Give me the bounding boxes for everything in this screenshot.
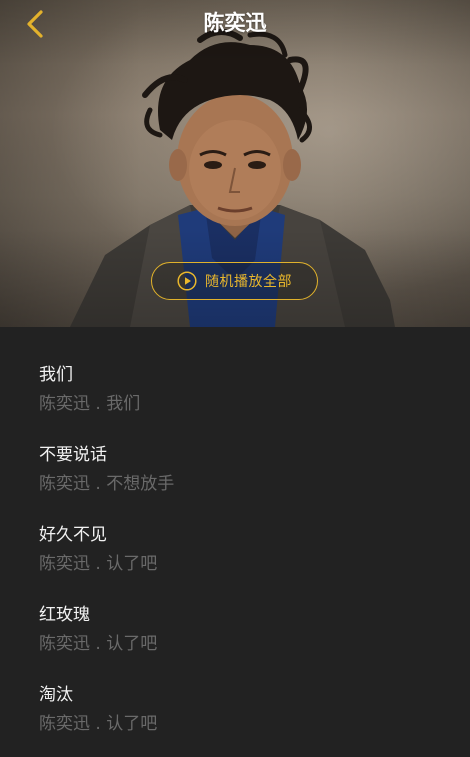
page-title: 陈奕迅 <box>203 11 267 35</box>
play-circle-icon <box>177 271 197 291</box>
song-artist-album: 陈奕迅 . 认了吧 <box>39 714 158 734</box>
song-artist-album: 陈奕迅 . 认了吧 <box>39 554 158 574</box>
song-artist-album: 陈奕迅 . 不想放手 <box>39 474 175 494</box>
song-item[interactable]: 好久不见 陈奕迅 . 认了吧 <box>39 523 439 583</box>
shuffle-play-all-label: 随机播放全部 <box>205 274 292 290</box>
song-item[interactable]: 我们 陈奕迅 . 我们 <box>39 363 439 423</box>
song-title: 淘汰 <box>39 685 73 705</box>
song-list: 我们 陈奕迅 . 我们 不要说话 陈奕迅 . 不想放手 好久不见 陈奕迅 . 认… <box>0 327 470 757</box>
song-item[interactable]: 红玫瑰 陈奕迅 . 认了吧 <box>39 603 439 663</box>
song-title: 我们 <box>39 365 73 385</box>
song-title: 不要说话 <box>39 445 107 465</box>
song-artist-album: 陈奕迅 . 认了吧 <box>39 634 158 654</box>
artist-hero: 陈奕迅 随机播放全部 <box>0 0 470 327</box>
shuffle-play-all-button[interactable]: 随机播放全部 <box>151 262 318 300</box>
song-title: 好久不见 <box>39 525 107 545</box>
song-item[interactable]: 淘汰 陈奕迅 . 认了吧 <box>39 683 439 743</box>
song-title: 红玫瑰 <box>39 605 90 625</box>
song-artist-album: 陈奕迅 . 我们 <box>39 394 141 414</box>
song-item[interactable]: 不要说话 陈奕迅 . 不想放手 <box>39 443 439 503</box>
